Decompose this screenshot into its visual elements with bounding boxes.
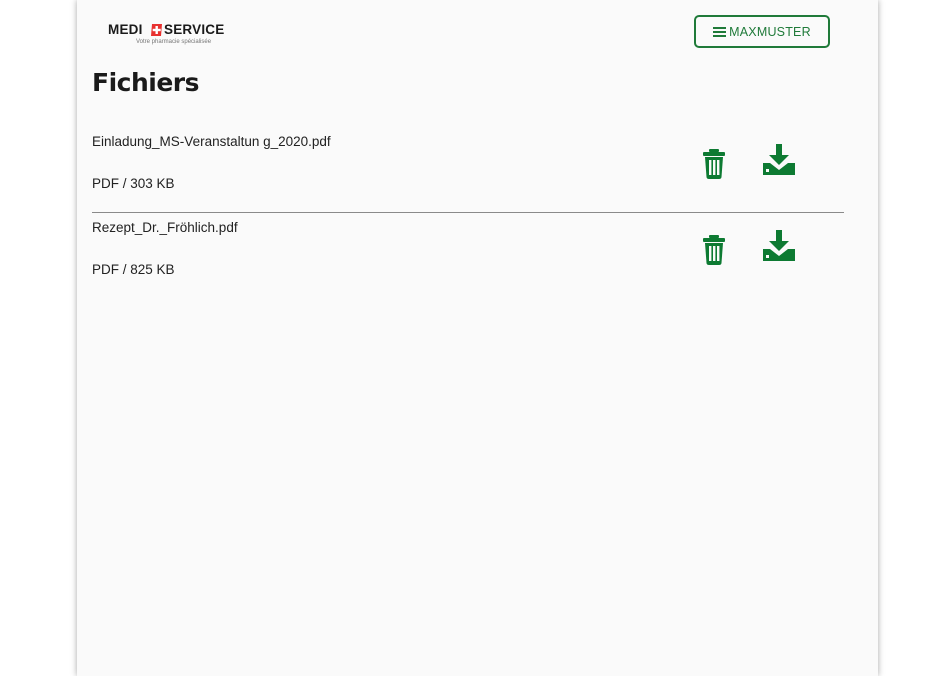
page-title: Fichiers <box>92 68 200 97</box>
content-card: MEDI SERVICE Votre pharmacie spécialisée… <box>77 0 878 676</box>
file-meta: PDF / 303 KB <box>92 176 175 191</box>
hamburger-icon <box>713 25 727 39</box>
file-name[interactable]: Einladung_MS-Veranstaltun g_2020.pdf <box>92 134 331 149</box>
download-icon[interactable] <box>762 229 796 265</box>
medi-service-logo[interactable]: MEDI SERVICE Votre pharmacie spécialisée <box>108 22 258 54</box>
file-row: Rezept_Dr._Fröhlich.pdf PDF / 825 KB <box>92 214 844 298</box>
logo-word-right: SERVICE <box>164 22 225 37</box>
trash-icon[interactable] <box>698 232 732 268</box>
file-row: Einladung_MS-Veranstaltun g_2020.pdf PDF… <box>92 128 844 213</box>
trash-icon[interactable] <box>698 146 732 182</box>
file-meta: PDF / 825 KB <box>92 262 175 277</box>
file-name[interactable]: Rezept_Dr._Fröhlich.pdf <box>92 220 238 235</box>
download-icon[interactable] <box>762 143 796 179</box>
logo-tagline: Votre pharmacie spécialisée <box>136 39 212 45</box>
logo-word-left: MEDI <box>108 22 143 37</box>
user-menu-label: MAXMUSTER <box>729 24 811 39</box>
swiss-cross-icon <box>151 24 162 36</box>
user-menu-button[interactable]: MAXMUSTER <box>694 15 830 48</box>
